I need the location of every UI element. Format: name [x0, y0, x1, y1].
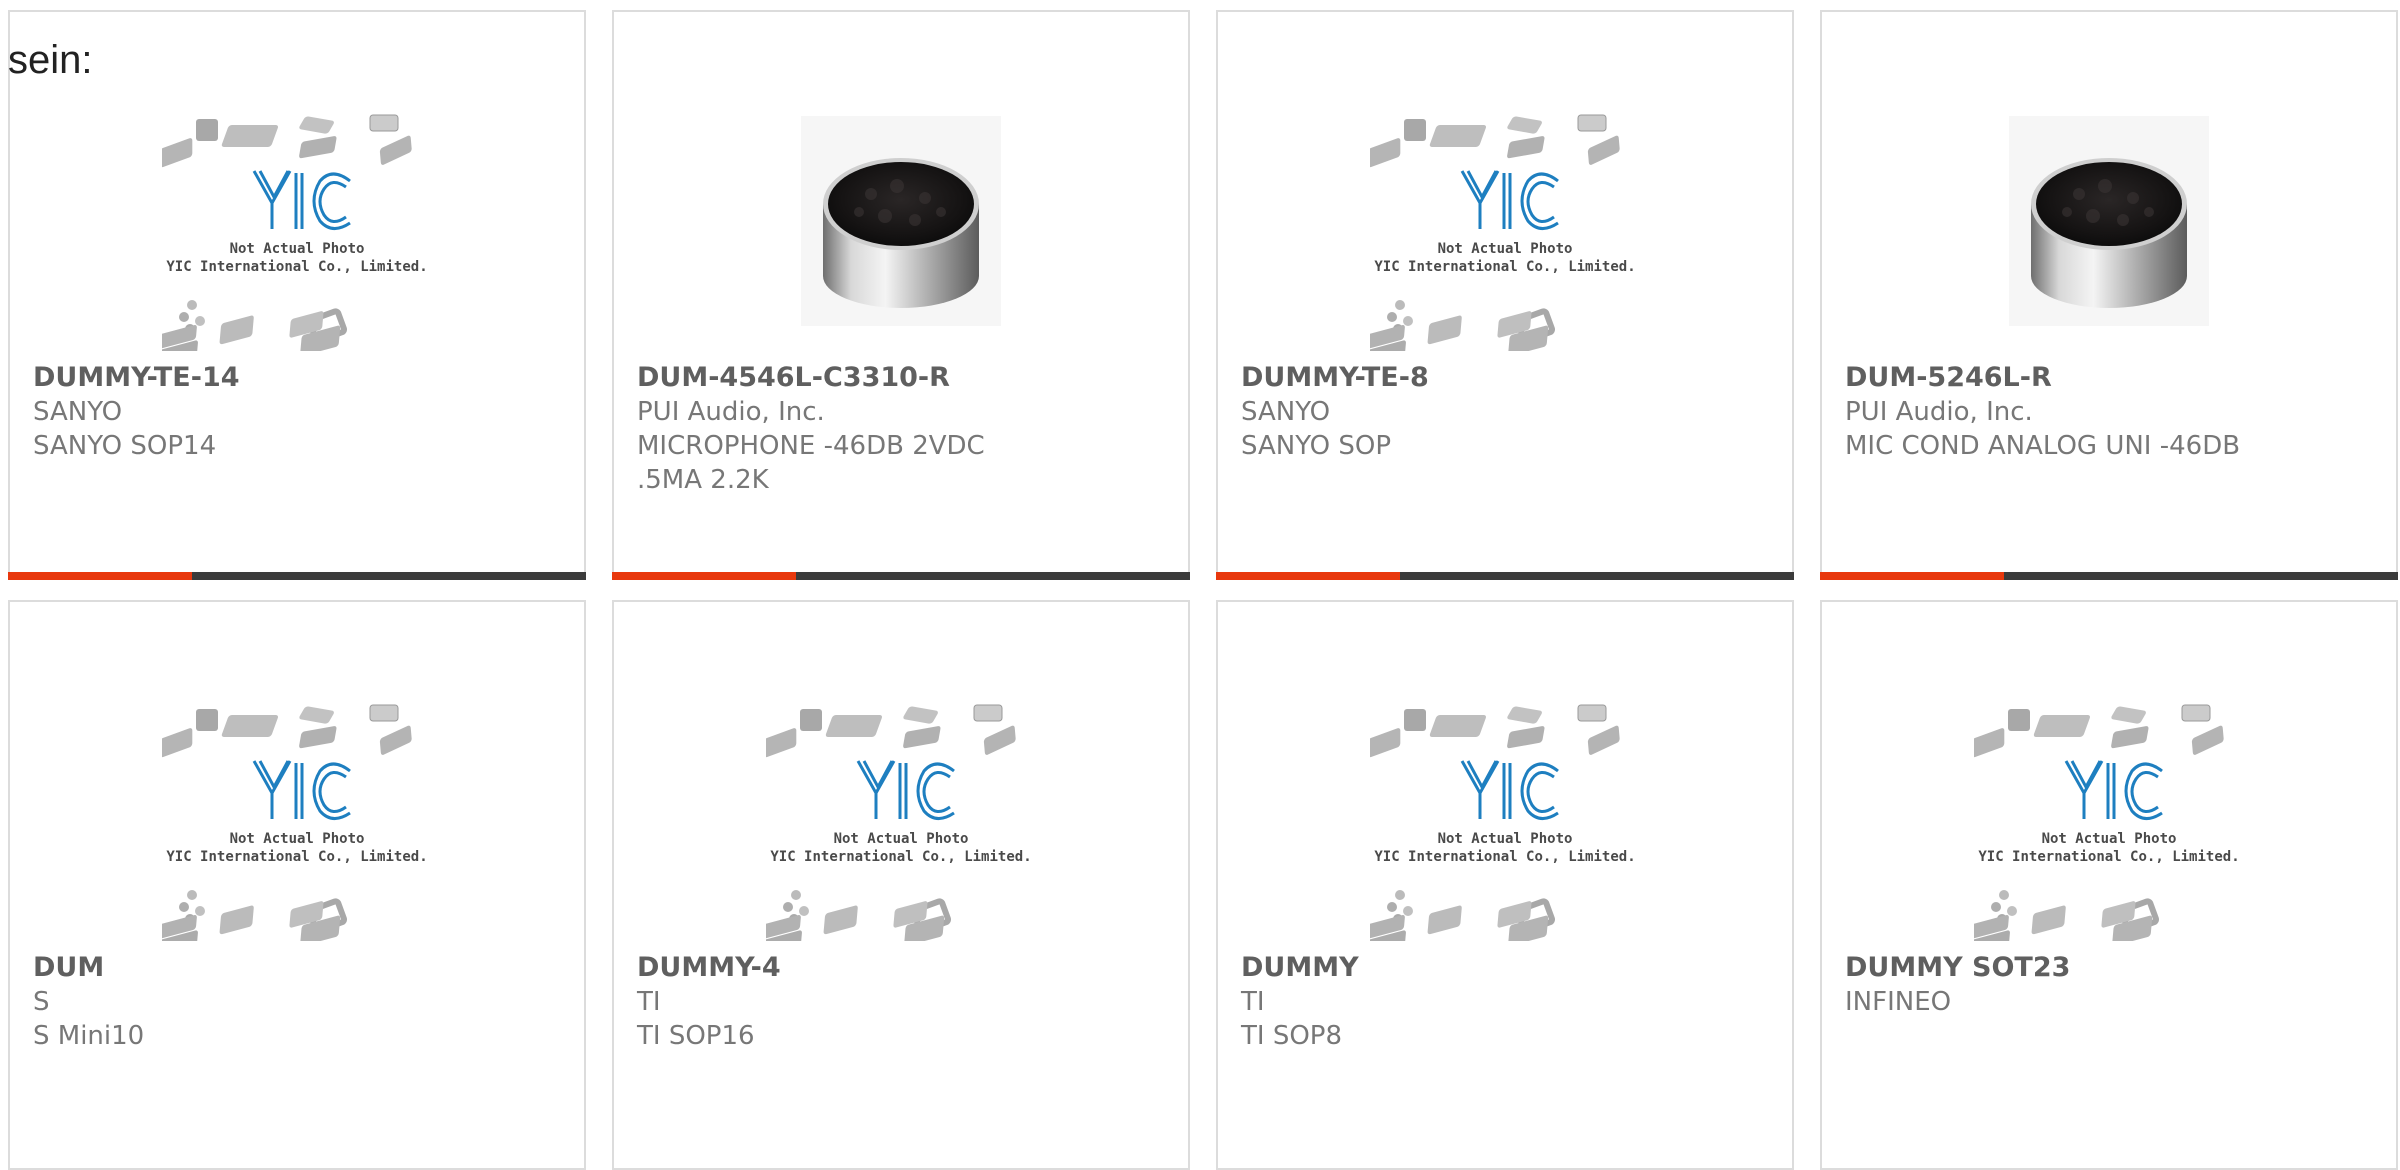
product-image[interactable]: Not Actual Photo YIC International Co., …	[614, 686, 1188, 956]
yic-placeholder-image: Not Actual Photo YIC International Co., …	[162, 704, 428, 941]
manufacturer: PUI Audio, Inc.	[1845, 397, 2033, 427]
product-image[interactable]: Not Actual Photo YIC International Co., …	[10, 686, 584, 956]
description: TI SOP16	[637, 1021, 755, 1051]
product-image[interactable]	[614, 86, 1188, 356]
product-image[interactable]	[1822, 86, 2396, 356]
part-number[interactable]: DUM-5246L-R	[1845, 361, 2376, 395]
description: SANYO SOP14	[33, 431, 217, 461]
product-card[interactable]: DUM-4546L-C3310-R PUI Audio, Inc. MICROPHO…	[612, 10, 1190, 580]
yic-placeholder-image: Not Actual Photo YIC International Co., …	[1370, 704, 1636, 941]
card-accent-bar	[8, 572, 192, 580]
yic-placeholder-image: Not Actual Photo YIC International Co., …	[1974, 704, 2240, 941]
product-card[interactable]: Not Actual Photo YIC International Co., …	[612, 600, 1190, 1170]
manufacturer: S	[33, 987, 50, 1017]
card-hover-bar	[612, 572, 1190, 580]
part-number[interactable]: DUMMY SOT23	[1845, 951, 2376, 985]
manufacturer: TI	[1241, 987, 1265, 1017]
yic-placeholder-image: Not Actual Photo YIC International Co., …	[162, 114, 428, 351]
product-grid: Not Actual Photo YIC International Co., …	[0, 0, 2400, 1170]
svg-text:YIC International Co., Limited: YIC International Co., Limited.	[770, 849, 1031, 865]
card-hover-bar	[1820, 572, 2398, 580]
product-card[interactable]: Not Actual Photo YIC International Co., …	[8, 10, 586, 580]
microphone-image	[801, 116, 1001, 326]
product-info: DUMMY-TE-14 SANYO SANYO SOP14	[33, 361, 564, 463]
product-info: DUM-5246L-R PUI Audio, Inc. MIC COND ANALO…	[1845, 361, 2376, 463]
product-card[interactable]: DUM-5246L-R PUI Audio, Inc. MIC COND ANALO…	[1820, 10, 2398, 580]
description: S Mini10	[33, 1021, 145, 1051]
svg-text:YIC International Co., Limited: YIC International Co., Limited.	[1374, 849, 1635, 865]
svg-text:YIC International Co., Limited: YIC International Co., Limited.	[1374, 259, 1635, 275]
yic-placeholder-image: Not Actual Photo YIC International Co., …	[766, 704, 1032, 941]
svg-text:YIC International Co., Limited: YIC International Co., Limited.	[166, 849, 427, 865]
intro-text: sein:	[8, 38, 93, 82]
product-info: DUMMY-TE-8 SANYO SANYO SOP	[1241, 361, 1772, 463]
product-image[interactable]: Not Actual Photo YIC International Co., …	[1218, 96, 1792, 366]
part-number[interactable]: DUMMY-TE-8	[1241, 361, 1772, 395]
product-card[interactable]: Not Actual Photo YIC International Co., …	[1216, 600, 1794, 1170]
card-accent-bar	[1216, 572, 1400, 580]
microphone-image	[2009, 116, 2209, 326]
product-info: DUM S S Mini10	[33, 951, 564, 1053]
yic-placeholder-image: Not Actual Photo YIC International Co., …	[1370, 114, 1636, 351]
description: MIC COND ANALOG UNI -46DB	[1845, 431, 2241, 461]
part-number[interactable]: DUMMY	[1241, 951, 1772, 985]
svg-text:YIC International Co., Limited: YIC International Co., Limited.	[166, 259, 427, 275]
product-info: DUMMY TI TI SOP8	[1241, 951, 1772, 1053]
svg-text:Not Actual Photo: Not Actual Photo	[230, 831, 365, 847]
svg-text:Not Actual Photo: Not Actual Photo	[1438, 831, 1573, 847]
card-accent-bar	[1820, 572, 2004, 580]
svg-text:Not Actual Photo: Not Actual Photo	[834, 831, 969, 847]
product-info: DUM-4546L-C3310-R PUI Audio, Inc. MICROPHO…	[637, 361, 1168, 497]
product-info: DUMMY-4 TI TI SOP16	[637, 951, 1168, 1053]
card-hover-bar	[8, 572, 586, 580]
product-image[interactable]: Not Actual Photo YIC International Co., …	[1218, 686, 1792, 956]
product-image[interactable]: Not Actual Photo YIC International Co., …	[1822, 686, 2396, 956]
manufacturer: INFINEO	[1845, 987, 1952, 1017]
part-number[interactable]: DUM	[33, 951, 564, 985]
product-info: DUMMY SOT23 INFINEO	[1845, 951, 2376, 1019]
card-hover-bar	[1216, 572, 1794, 580]
manufacturer: SANYO	[33, 397, 123, 427]
part-number[interactable]: DUMMY-4	[637, 951, 1168, 985]
part-number[interactable]: DUMMY-TE-14	[33, 361, 564, 395]
svg-text:Not Actual Photo: Not Actual Photo	[230, 241, 365, 257]
description: SANYO SOP	[1241, 431, 1392, 461]
product-card[interactable]: Not Actual Photo YIC International Co., …	[1216, 10, 1794, 580]
svg-text:Not Actual Photo: Not Actual Photo	[2042, 831, 2177, 847]
manufacturer: PUI Audio, Inc.	[637, 397, 825, 427]
product-card[interactable]: Not Actual Photo YIC International Co., …	[8, 600, 586, 1170]
manufacturer: SANYO	[1241, 397, 1331, 427]
description: TI SOP8	[1241, 1021, 1343, 1051]
product-card[interactable]: Not Actual Photo YIC International Co., …	[1820, 600, 2398, 1170]
part-number[interactable]: DUM-4546L-C3310-R	[637, 361, 1168, 395]
product-image[interactable]: Not Actual Photo YIC International Co., …	[10, 96, 584, 366]
svg-text:YIC International Co., Limited: YIC International Co., Limited.	[1978, 849, 2239, 865]
svg-text:Not Actual Photo: Not Actual Photo	[1438, 241, 1573, 257]
card-accent-bar	[612, 572, 796, 580]
description: MICROPHONE -46DB 2VDC .5MA 2.2K	[637, 431, 985, 495]
manufacturer: TI	[637, 987, 661, 1017]
